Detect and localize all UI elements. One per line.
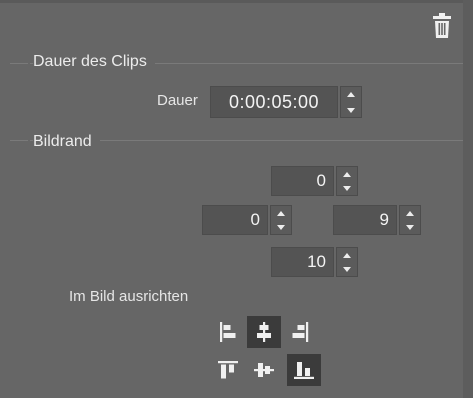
chevron-up-icon[interactable] (400, 206, 420, 220)
border-left-input[interactable]: 0 (202, 205, 268, 235)
border-left-stepper[interactable] (270, 205, 292, 235)
align-left-icon[interactable] (211, 316, 245, 348)
align-in-image-label: Im Bild ausrichten (69, 288, 189, 305)
duration-stepper[interactable] (340, 86, 362, 118)
border-top-stepper[interactable] (336, 166, 358, 196)
duration-label: Dauer (157, 92, 198, 109)
chevron-down-icon[interactable] (271, 220, 291, 234)
chevron-down-icon[interactable] (337, 181, 357, 195)
border-bottom-input[interactable]: 10 (271, 247, 334, 277)
chevron-down-icon[interactable] (337, 262, 357, 276)
chevron-up-icon[interactable] (337, 248, 357, 262)
align-center-horizontal-icon[interactable] (247, 316, 281, 348)
align-top-icon[interactable] (211, 354, 245, 386)
section-title-clip-duration: Dauer des Clips (33, 53, 155, 71)
clip-properties-panel: Dauer des Clips Dauer 0:00:05:00 Bildran… (0, 0, 473, 398)
chevron-up-icon[interactable] (271, 206, 291, 220)
align-middle-vertical-icon[interactable] (247, 354, 281, 386)
align-bottom-icon[interactable] (287, 354, 321, 386)
border-top-input[interactable]: 0 (271, 166, 334, 196)
section-divider (10, 140, 28, 141)
border-right-stepper[interactable] (399, 205, 421, 235)
chevron-up-icon[interactable] (337, 167, 357, 181)
trash-icon[interactable] (430, 13, 454, 39)
duration-input[interactable]: 0:00:05:00 (210, 86, 338, 118)
align-right-icon[interactable] (283, 316, 317, 348)
chevron-up-icon[interactable] (341, 87, 361, 101)
chevron-down-icon[interactable] (341, 103, 361, 117)
border-right-input[interactable]: 9 (333, 205, 397, 235)
section-title-border: Bildrand (33, 133, 100, 151)
section-divider (10, 63, 28, 64)
panel-top-edge (0, 0, 463, 3)
chevron-down-icon[interactable] (400, 220, 420, 234)
panel-scrollbar-track[interactable] (463, 0, 473, 398)
border-bottom-stepper[interactable] (336, 247, 358, 277)
